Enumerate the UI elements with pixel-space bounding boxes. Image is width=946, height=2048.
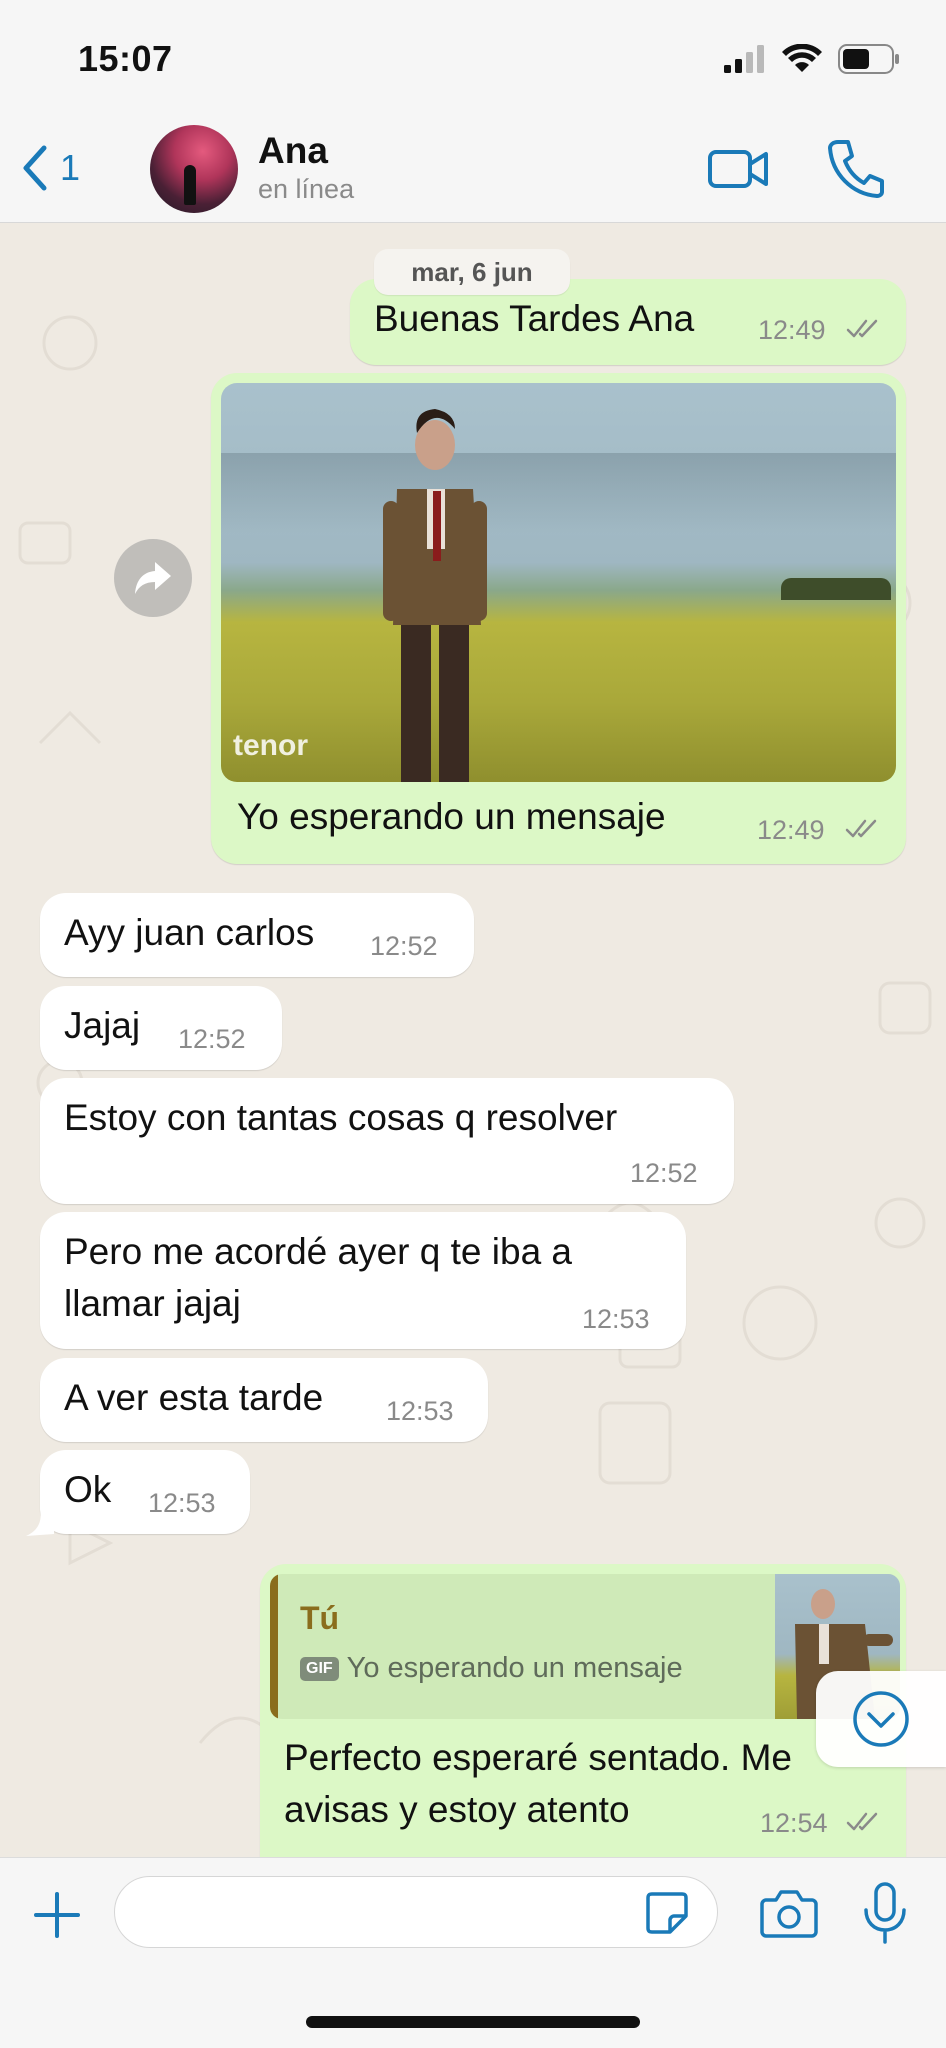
message-time: 12:52 <box>370 931 438 961</box>
camera-button[interactable] <box>760 1888 818 1943</box>
message-time: 12:52 <box>178 1024 246 1054</box>
gif-caption: Yo esperando un mensaje <box>237 796 666 837</box>
message-text: A ver esta tarde <box>64 1377 324 1418</box>
message-time: 12:53 <box>582 1304 650 1334</box>
attach-button[interactable] <box>30 1888 84 1947</box>
status-icons <box>724 44 900 74</box>
scroll-to-bottom-button[interactable] <box>816 1671 946 1767</box>
contact-avatar[interactable] <box>150 125 238 213</box>
message-bubble-incoming[interactable]: Ayy juan carlos 12:52 <box>40 893 474 977</box>
message-time: 12:54 <box>760 1808 828 1838</box>
home-indicator <box>306 2016 640 2028</box>
message-time: 12:53 <box>148 1488 216 1518</box>
read-ticks-icon <box>846 1812 878 1831</box>
gif-badge-icon: GIF <box>300 1656 339 1681</box>
sticker-button[interactable] <box>644 1890 690 1941</box>
message-bubble-incoming[interactable]: Ok 12:53 <box>26 1450 250 1536</box>
back-button[interactable]: 1 <box>18 142 80 194</box>
gif-trees <box>781 578 891 600</box>
message-text: Jajaj <box>64 1005 141 1046</box>
whatsapp-chat-screen: 15:07 1 Ana en línea mar, 6 jun Buenas T… <box>0 0 946 2048</box>
contact-status: en línea <box>258 174 355 204</box>
unread-count: 1 <box>60 147 81 188</box>
battery-icon <box>838 44 899 74</box>
date-separator: mar, 6 jun <box>374 249 570 295</box>
forward-button[interactable] <box>114 539 192 617</box>
wifi-icon <box>782 44 822 72</box>
status-bar: 15:07 <box>0 0 946 120</box>
phone-icon <box>828 140 884 198</box>
gif-man-figure <box>383 409 487 782</box>
quote-accent-bar <box>270 1574 278 1719</box>
gif-preview[interactable]: tenor <box>221 383 896 782</box>
voice-note-button[interactable] <box>862 1882 908 1949</box>
message-text: Ayy juan carlos <box>64 912 315 953</box>
forward-icon <box>135 562 171 594</box>
read-ticks-icon <box>845 819 877 838</box>
cellular-signal-icon <box>724 45 764 73</box>
message-text: Ok <box>64 1469 112 1510</box>
back-chevron-icon <box>23 145 47 191</box>
gif-watermark: tenor <box>233 729 308 762</box>
message-composer <box>0 1857 946 2048</box>
phone-call-button[interactable] <box>824 136 884 205</box>
quoted-line: GIF Yo esperando un mensaje <box>300 1652 683 1685</box>
reply-message-bubble[interactable]: Tú GIF Yo esperando un mensaje Perfecto … <box>260 1564 906 1857</box>
message-bubble-incoming[interactable]: A ver esta tarde 12:53 <box>40 1358 488 1442</box>
message-time: 12:49 <box>757 815 825 845</box>
message-text: Estoy con tantas cosas q resolver <box>64 1097 618 1138</box>
video-call-icon <box>708 150 768 188</box>
message-text: Perfecto esperaré sentado. Me avisas y e… <box>284 1737 793 1830</box>
contact-name[interactable]: Ana <box>258 130 328 172</box>
status-time: 15:07 <box>78 38 173 79</box>
chat-area[interactable]: mar, 6 jun Buenas Tardes Ana 12:49 tenor… <box>0 223 946 1857</box>
camera-icon <box>760 1890 818 1938</box>
message-bubble-incoming[interactable]: Jajaj 12:52 <box>40 986 282 1070</box>
gif-message-bubble[interactable]: tenor Yo esperando un mensaje 12:49 <box>211 373 906 864</box>
video-call-button[interactable] <box>706 136 770 205</box>
read-ticks-icon <box>846 319 878 338</box>
gif-clouds <box>221 453 896 533</box>
message-text: Buenas Tardes Ana <box>374 298 695 339</box>
message-input[interactable] <box>114 1876 718 1948</box>
chat-header: 1 Ana en línea <box>0 120 946 223</box>
plus-icon <box>34 1892 80 1938</box>
sticker-icon <box>646 1892 688 1934</box>
message-time: 12:53 <box>386 1396 454 1426</box>
message-time: 12:49 <box>758 315 826 345</box>
bubble-tail <box>26 1508 54 1536</box>
message-text: Pero me acordé ayer q te iba a llamar ja… <box>64 1231 573 1324</box>
microphone-icon <box>864 1882 906 1944</box>
message-bubble-incoming[interactable]: Pero me acordé ayer q te iba a llamar ja… <box>40 1212 686 1349</box>
message-bubble-incoming[interactable]: Estoy con tantas cosas q resolver 12:52 <box>40 1078 734 1204</box>
message-time: 12:52 <box>630 1158 698 1188</box>
quoted-message[interactable]: Tú GIF Yo esperando un mensaje <box>270 1574 900 1719</box>
quoted-text: Yo esperando un mensaje <box>346 1652 683 1684</box>
quoted-author: Tú <box>300 1600 340 1636</box>
scroll-down-icon <box>853 1691 909 1747</box>
